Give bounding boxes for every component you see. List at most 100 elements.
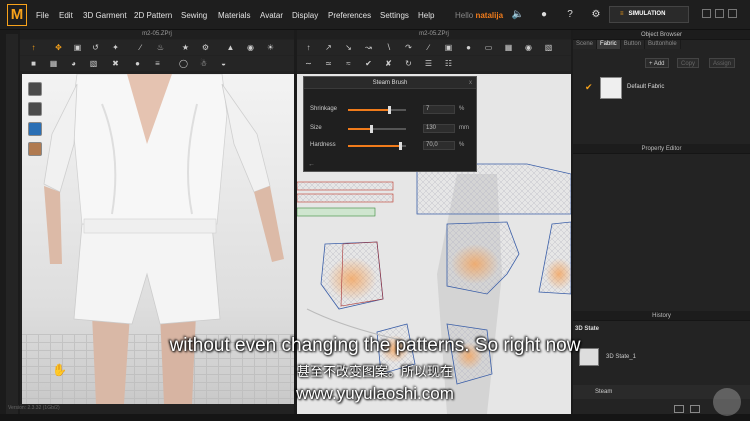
hardness-knob[interactable] xyxy=(399,142,403,150)
subtitle-chinese: 甚至不改变图案。所以现在 xyxy=(296,364,453,379)
fold-tool-icon[interactable]: ↺ xyxy=(90,42,101,53)
view-garment-icon[interactable] xyxy=(28,102,42,116)
fabric-tool-icon[interactable]: ▦ xyxy=(48,58,59,69)
view-render-icon[interactable] xyxy=(28,142,42,156)
move-tool-icon[interactable]: ✥ xyxy=(53,42,64,53)
add-point-icon[interactable]: ∖ xyxy=(383,42,394,53)
button-tool-icon[interactable]: ● xyxy=(132,58,143,69)
shrinkage-input[interactable]: 7 xyxy=(423,105,455,114)
layout-split-icon[interactable] xyxy=(690,405,700,413)
fold-arrangement-icon[interactable]: ↻ xyxy=(403,58,414,69)
tape-tool-icon[interactable]: ⚙ xyxy=(200,42,211,53)
close-icon[interactable] xyxy=(728,9,737,18)
assign-fabric-button[interactable]: Assign xyxy=(709,58,736,68)
stitch-tool-icon[interactable]: ✖ xyxy=(110,58,121,69)
edit-point-icon[interactable]: ↘ xyxy=(343,42,354,53)
zipper-tool-icon[interactable]: ≡ xyxy=(152,58,163,69)
restore-icon[interactable] xyxy=(715,9,724,18)
simulation-button[interactable]: ≡ SIMULATION xyxy=(609,6,689,23)
left-sleeve xyxy=(43,83,78,193)
edit-pattern-icon[interactable]: ↗ xyxy=(323,42,334,53)
select-pattern-icon[interactable]: ↑ xyxy=(303,42,314,53)
view-avatar-icon[interactable] xyxy=(28,82,42,96)
add-fabric-button[interactable]: + Add xyxy=(645,58,669,68)
topstitch-icon[interactable]: ☷ xyxy=(443,58,454,69)
menu-settings[interactable]: Settings xyxy=(380,11,409,20)
user-icon[interactable]: ● xyxy=(537,8,551,22)
free-sewing-icon[interactable]: ≈ xyxy=(343,58,354,69)
menu-help[interactable]: Help xyxy=(418,11,434,20)
check-sewing-icon[interactable]: ✔ xyxy=(363,58,374,69)
shrinkage-knob[interactable] xyxy=(387,106,391,114)
hardness-unit: % xyxy=(459,142,465,148)
tab-buttonhole[interactable]: Buttonhole xyxy=(645,40,681,49)
layout-single-icon[interactable] xyxy=(674,405,684,413)
steam-brush-title-text: Steam Brush xyxy=(372,80,408,86)
steam-brush-back-icon[interactable]: ← xyxy=(308,161,315,168)
line-tool-icon[interactable]: ∕ xyxy=(135,42,146,53)
camera-tool-icon[interactable]: ◉ xyxy=(245,42,256,53)
pattern-grid-icon[interactable]: ▧ xyxy=(543,42,554,53)
settings-icon[interactable]: ⚙ xyxy=(589,8,603,22)
help-icon[interactable]: ? xyxy=(563,8,577,22)
size-input[interactable]: 130 xyxy=(423,124,455,133)
menu-materials[interactable]: Materials xyxy=(218,11,250,20)
stitch-pattern-icon[interactable]: ☰ xyxy=(423,58,434,69)
transform-tool-icon[interactable]: ▣ xyxy=(72,42,83,53)
curve-point-icon[interactable]: ↝ xyxy=(363,42,374,53)
menu-2d-pattern[interactable]: 2D Pattern xyxy=(134,11,172,20)
pattern-tool-icon[interactable]: ■ xyxy=(28,58,39,69)
polygon-icon[interactable]: ▣ xyxy=(443,42,454,53)
menu-edit[interactable]: Edit xyxy=(59,11,73,20)
avatar-view-icon[interactable]: ◯ xyxy=(178,58,189,69)
menu-avatar[interactable]: Avatar xyxy=(260,11,283,20)
zoom-tool-icon[interactable]: ◕ xyxy=(68,58,79,69)
minimize-icon[interactable] xyxy=(702,9,711,18)
size-knob[interactable] xyxy=(370,125,374,133)
pin-tool-icon[interactable]: ✦ xyxy=(110,42,121,53)
grid-tool-icon[interactable]: ▧ xyxy=(88,58,99,69)
fabric-name: Default Fabric xyxy=(627,84,665,90)
fabric-list-item[interactable]: ✔ Default Fabric xyxy=(581,76,741,100)
shorts xyxy=(73,223,221,325)
texture-icon[interactable]: ▦ xyxy=(503,42,514,53)
rectangle-icon[interactable]: ▭ xyxy=(483,42,494,53)
select-tool-icon[interactable]: ↑ xyxy=(28,42,39,53)
grain-icon[interactable]: ◉ xyxy=(523,42,534,53)
menu-sewing[interactable]: Sewing xyxy=(181,11,207,20)
shrinkage-fill xyxy=(348,109,389,111)
tab-button[interactable]: Button xyxy=(620,40,646,49)
size-slider[interactable] xyxy=(348,125,406,133)
hardness-label: Hardness xyxy=(310,142,336,148)
segment-icon[interactable]: ∕ xyxy=(423,42,434,53)
menu-display[interactable]: Display xyxy=(292,11,318,20)
menu-3d-garment[interactable]: 3D Garment xyxy=(83,11,127,20)
tack-icon[interactable]: ✘ xyxy=(383,58,394,69)
view-texture-icon[interactable] xyxy=(28,122,42,136)
steam-tool-icon[interactable]: ♨ xyxy=(155,42,166,53)
volume-icon[interactable]: 🔈 xyxy=(511,8,525,22)
user-greeting: Hello natalija xyxy=(455,11,503,20)
copy-fabric-button[interactable]: Copy xyxy=(677,58,700,68)
measure-tool-icon[interactable]: ★ xyxy=(180,42,191,53)
lighting-tool-icon[interactable]: ☀ xyxy=(265,42,276,53)
avatar-tool-icon[interactable]: ▲ xyxy=(225,42,236,53)
segment-sewing-icon[interactable]: ≃ xyxy=(323,58,334,69)
seam-line-icon[interactable]: ∼ xyxy=(303,58,314,69)
menu-file[interactable]: File xyxy=(36,11,49,20)
subtitle-url: www.yuyulaoshi.com xyxy=(296,384,454,403)
shirt-view-icon[interactable]: ☃ xyxy=(198,58,209,69)
circle-icon[interactable]: ● xyxy=(463,42,474,53)
steam-glow-2 xyxy=(451,244,499,284)
hardness-input[interactable]: 70,0 xyxy=(423,141,455,150)
library-rail[interactable] xyxy=(6,34,18,414)
edit-curvature-icon[interactable]: ↷ xyxy=(403,42,414,53)
tab-fabric[interactable]: Fabric xyxy=(597,40,621,49)
tab-scene[interactable]: Scene xyxy=(573,40,598,49)
hardness-slider[interactable] xyxy=(348,142,406,150)
shrinkage-slider[interactable] xyxy=(348,106,406,114)
steam-brush-close-icon[interactable]: x xyxy=(469,77,472,89)
menu-preferences[interactable]: Preferences xyxy=(328,11,371,20)
bottom-bar xyxy=(0,414,750,421)
render-view-icon[interactable]: ◒ xyxy=(218,58,229,69)
